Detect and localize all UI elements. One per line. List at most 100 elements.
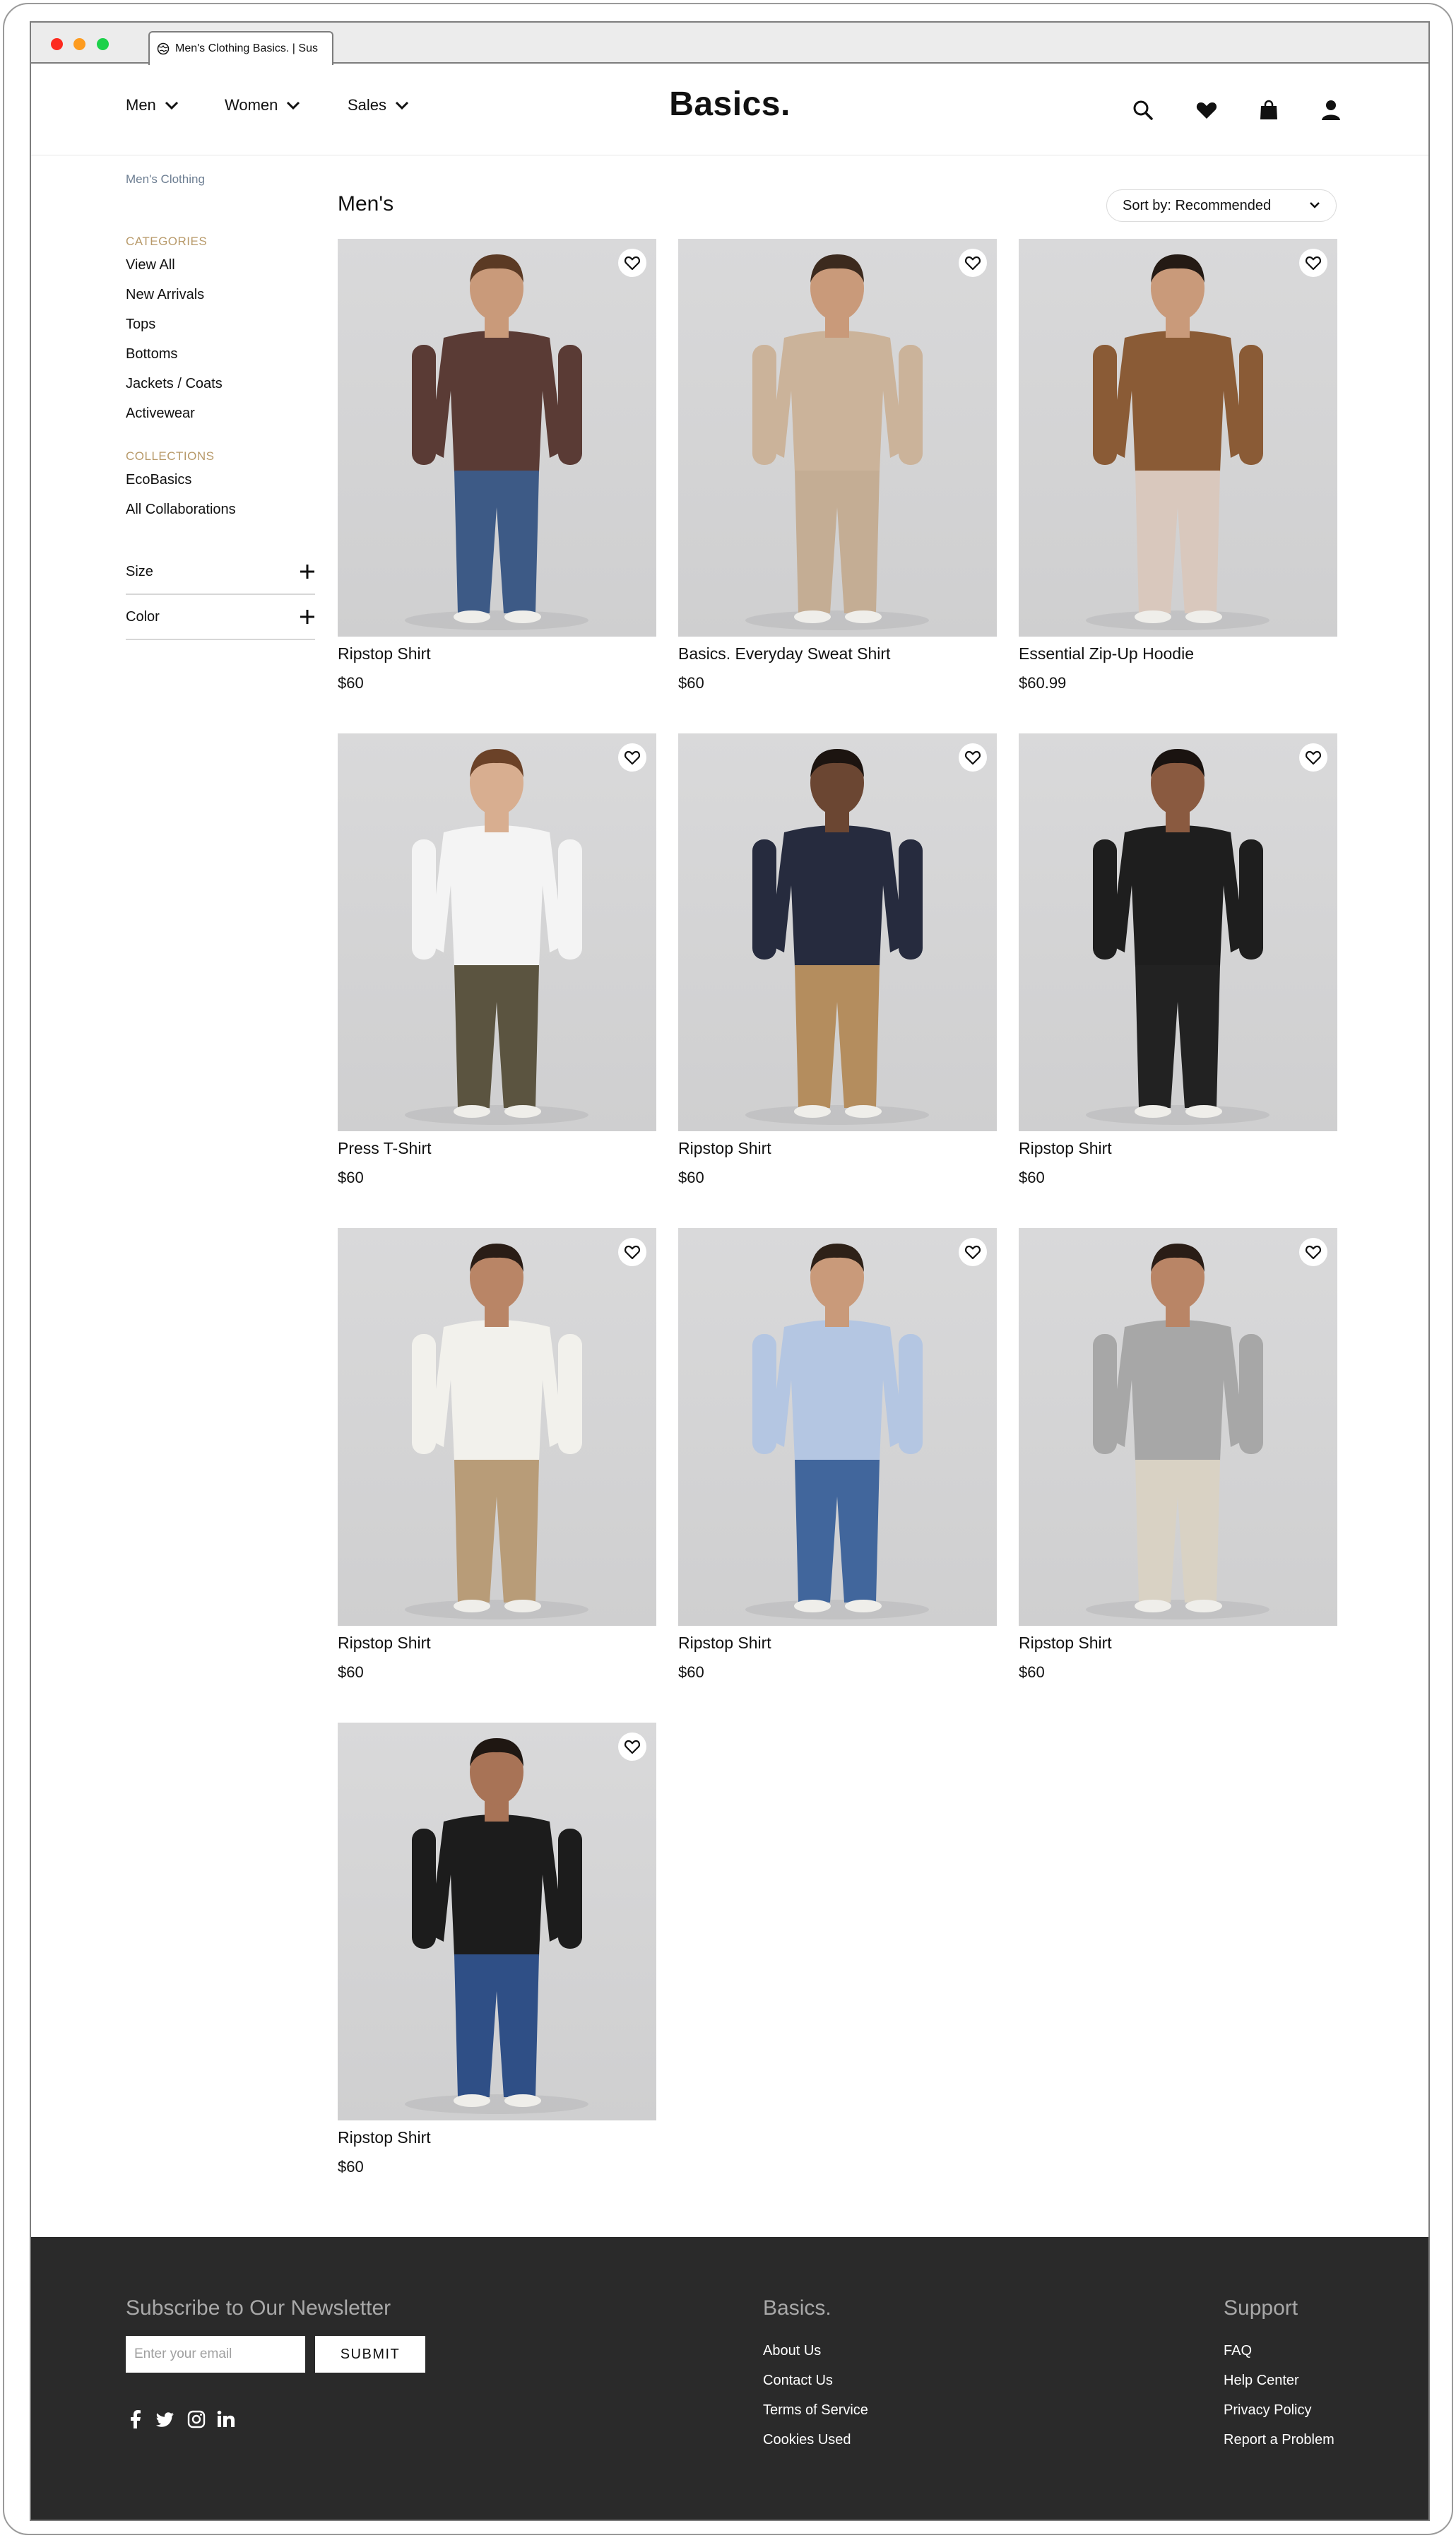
footer-link-faq[interactable]: FAQ <box>1224 2343 1252 2359</box>
breadcrumb[interactable]: Men's Clothing <box>126 172 205 187</box>
product-name[interactable]: Ripstop Shirt <box>1019 1139 1112 1158</box>
product-image[interactable] <box>678 1228 997 1626</box>
product-card[interactable]: Ripstop Shirt $60 <box>338 1228 656 1723</box>
browser-tab-title: Men's Clothing Basics. | Sus <box>175 42 318 54</box>
heart-outline-icon <box>624 256 641 271</box>
product-card[interactable]: Ripstop Shirt $60 <box>338 1723 656 2217</box>
footer-link-privacy-policy[interactable]: Privacy Policy <box>1224 2402 1311 2419</box>
heart-outline-icon <box>1305 256 1322 271</box>
product-grid: Ripstop Shirt $60 Basics. Everyday Sweat S… <box>338 239 1341 2197</box>
linkedin-icon[interactable] <box>216 2409 236 2429</box>
heart-outline-icon <box>964 750 981 765</box>
site-footer: Subscribe to Our Newsletter SUBMIT Basic… <box>31 2237 1428 2520</box>
favorite-button[interactable] <box>618 1238 646 1266</box>
product-name[interactable]: Ripstop Shirt <box>338 1634 431 1653</box>
favorite-button[interactable] <box>1299 249 1327 277</box>
globe-icon <box>157 42 170 55</box>
product-name[interactable]: Ripstop Shirt <box>1019 1634 1112 1653</box>
favorite-button[interactable] <box>959 249 987 277</box>
filter-color[interactable]: Color <box>126 595 315 640</box>
product-name[interactable]: Ripstop Shirt <box>338 2128 431 2147</box>
categories-heading: CATEGORIES <box>126 235 208 248</box>
maximize-window-button[interactable] <box>97 38 109 50</box>
product-card[interactable]: Ripstop Shirt $60 <box>1019 733 1337 1228</box>
product-image[interactable] <box>1019 1228 1337 1626</box>
category-activewear[interactable]: Activewear <box>126 403 315 432</box>
product-image[interactable] <box>338 733 656 1131</box>
search-icon[interactable] <box>1132 99 1154 122</box>
chevron-down-icon <box>1310 202 1320 208</box>
page-title: Men's <box>338 192 394 216</box>
product-card[interactable]: Ripstop Shirt $60 <box>1019 1228 1337 1723</box>
browser-viewport: Men's Clothing Basics. | Sus Men Women S… <box>30 21 1430 2521</box>
heart-icon[interactable] <box>1195 99 1218 122</box>
close-window-button[interactable] <box>51 38 63 50</box>
filter-color-label: Color <box>126 608 160 625</box>
browser-tab[interactable]: Men's Clothing Basics. | Sus <box>148 31 333 65</box>
footer-link-cookies-used[interactable]: Cookies Used <box>763 2432 851 2448</box>
footer-link-terms-of-service[interactable]: Terms of Service <box>763 2402 868 2419</box>
site-header: Men Women Sales Basics. <box>31 64 1428 155</box>
product-name[interactable]: Ripstop Shirt <box>678 1634 771 1653</box>
product-card[interactable]: Ripstop Shirt $60 <box>678 733 997 1228</box>
product-name[interactable]: Press T-Shirt <box>338 1139 432 1158</box>
newsletter-email-input[interactable] <box>126 2336 305 2373</box>
collection-all-collaborations[interactable]: All Collaborations <box>126 499 315 529</box>
product-image[interactable] <box>678 733 997 1131</box>
favorite-button[interactable] <box>1299 1238 1327 1266</box>
product-name[interactable]: Basics. Everyday Sweat Shirt <box>678 644 890 663</box>
footer-brand-heading: Basics. <box>763 2296 831 2320</box>
heart-outline-icon <box>964 1245 981 1260</box>
product-card[interactable]: Basics. Everyday Sweat Shirt $60 <box>678 239 997 733</box>
category-view-all[interactable]: View All <box>126 254 315 284</box>
site-logo[interactable]: Basics. <box>31 85 1428 124</box>
filter-size[interactable]: Size <box>126 550 315 595</box>
instagram-icon[interactable] <box>187 2409 206 2429</box>
product-price: $60 <box>338 1663 364 1681</box>
category-jackets-coats[interactable]: Jackets / Coats <box>126 373 315 403</box>
facebook-icon[interactable] <box>126 2409 146 2429</box>
heart-outline-icon <box>1305 750 1322 765</box>
filter-size-label: Size <box>126 563 153 579</box>
product-card[interactable]: Ripstop Shirt $60 <box>678 1228 997 1723</box>
category-bottoms[interactable]: Bottoms <box>126 343 315 373</box>
product-image[interactable] <box>338 239 656 637</box>
sort-dropdown[interactable]: Sort by: Recommended <box>1106 189 1337 222</box>
favorite-button[interactable] <box>959 743 987 772</box>
favorite-button[interactable] <box>1299 743 1327 772</box>
product-image[interactable] <box>338 1723 656 2120</box>
category-tops[interactable]: Tops <box>126 314 315 343</box>
heart-outline-icon <box>624 750 641 765</box>
favorite-button[interactable] <box>618 249 646 277</box>
product-card[interactable]: Ripstop Shirt $60 <box>338 239 656 733</box>
product-name[interactable]: Essential Zip-Up Hoodie <box>1019 644 1194 663</box>
user-icon[interactable] <box>1320 99 1342 122</box>
product-image[interactable] <box>338 1228 656 1626</box>
product-image[interactable] <box>1019 239 1337 637</box>
footer-link-about-us[interactable]: About Us <box>763 2343 821 2359</box>
twitter-icon[interactable] <box>155 2409 175 2429</box>
product-name[interactable]: Ripstop Shirt <box>338 644 431 663</box>
footer-link-contact-us[interactable]: Contact Us <box>763 2373 833 2389</box>
newsletter-submit-button[interactable]: SUBMIT <box>315 2336 425 2373</box>
product-price: $60 <box>678 1169 704 1186</box>
footer-link-report-a-problem[interactable]: Report a Problem <box>1224 2432 1334 2448</box>
favorite-button[interactable] <box>618 1733 646 1761</box>
collection-ecobasics[interactable]: EcoBasics <box>126 469 315 499</box>
minimize-window-button[interactable] <box>73 38 85 50</box>
product-price: $60 <box>338 674 364 692</box>
category-new-arrivals[interactable]: New Arrivals <box>126 284 315 314</box>
favorite-button[interactable] <box>618 743 646 772</box>
product-image[interactable] <box>678 239 997 637</box>
product-price: $60 <box>1019 1663 1045 1681</box>
favorite-button[interactable] <box>959 1238 987 1266</box>
product-card[interactable]: Essential Zip-Up Hoodie $60.99 <box>1019 239 1337 733</box>
product-name[interactable]: Ripstop Shirt <box>678 1139 771 1158</box>
product-card[interactable]: Press T-Shirt $60 <box>338 733 656 1228</box>
footer-link-help-center[interactable]: Help Center <box>1224 2373 1299 2389</box>
bag-icon[interactable] <box>1257 99 1280 122</box>
plus-icon <box>300 610 314 624</box>
product-price: $60 <box>678 674 704 692</box>
footer-support-heading: Support <box>1224 2296 1298 2320</box>
product-image[interactable] <box>1019 733 1337 1131</box>
